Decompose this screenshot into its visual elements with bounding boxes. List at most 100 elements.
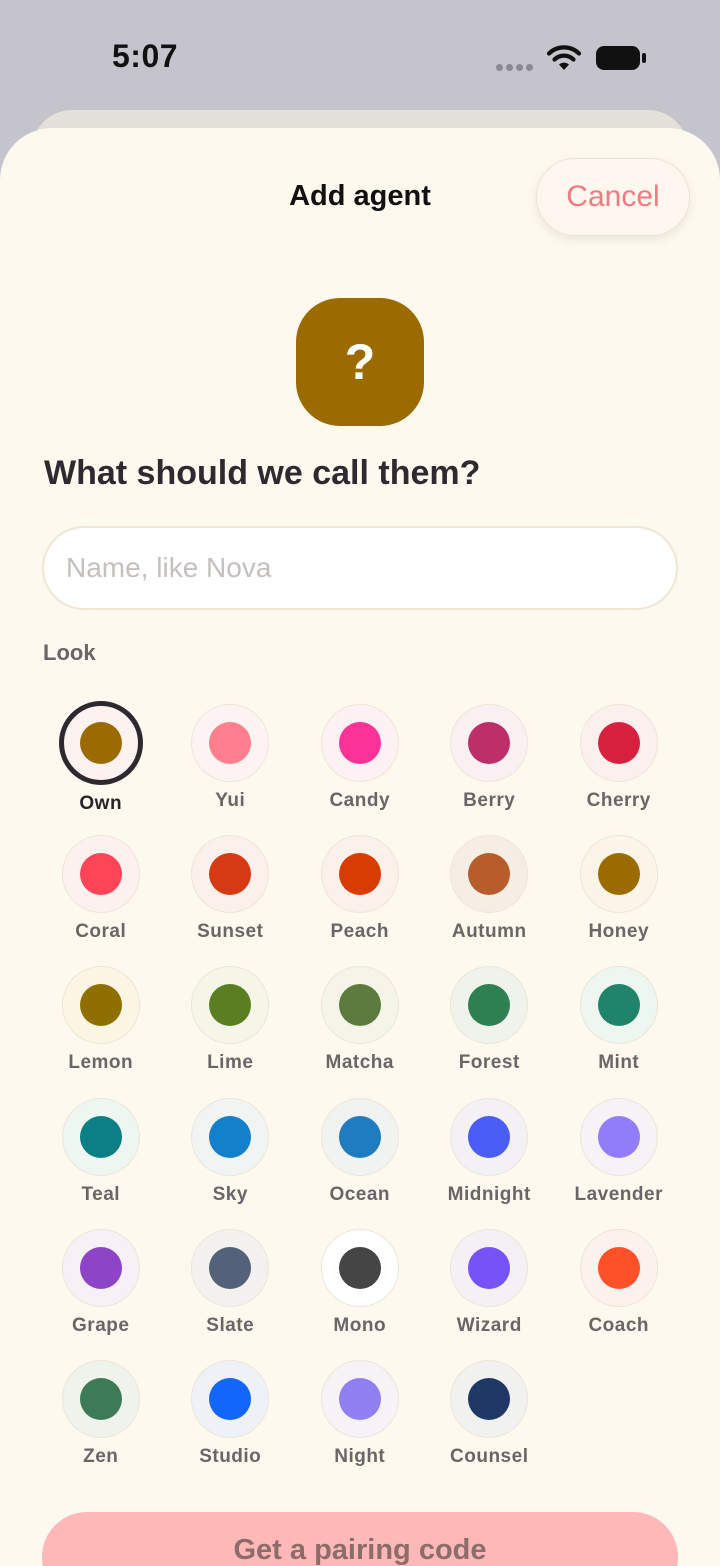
look-option-lavender[interactable]: Lavender [554, 1096, 684, 1227]
look-swatch-ring [191, 1359, 270, 1438]
look-option-sky[interactable]: Sky [166, 1096, 296, 1227]
look-swatch-ring [320, 966, 399, 1045]
look-label-text: Night [334, 1445, 386, 1467]
color-dot-icon [79, 1115, 122, 1158]
look-label-text: Ocean [329, 1183, 391, 1205]
status-bar: 5:07 [0, 0, 720, 110]
color-dot-icon [209, 1246, 252, 1289]
look-label-text: Counsel [450, 1445, 529, 1467]
look-label-text: Studio [199, 1445, 262, 1467]
look-option-slate[interactable]: Slate [166, 1227, 296, 1358]
look-option-own[interactable]: Own [36, 701, 166, 833]
color-dot-icon [79, 853, 122, 896]
look-option-zen[interactable]: Zen [36, 1358, 166, 1489]
look-label-text: Cherry [586, 790, 651, 811]
look-swatch-ring [191, 966, 270, 1045]
color-dot-icon [338, 853, 381, 896]
look-label-text: Berry [463, 790, 516, 811]
color-dot-icon [209, 1377, 252, 1420]
look-label-text: Lime [207, 1052, 254, 1074]
color-dot-icon [468, 984, 511, 1027]
color-dot-icon [209, 722, 252, 764]
name-input[interactable] [42, 526, 678, 610]
look-label-text: Midnight [447, 1183, 531, 1205]
look-swatch-ring [61, 966, 140, 1045]
look-label-text: Matcha [325, 1052, 394, 1074]
color-dot-icon [597, 853, 640, 896]
look-swatch-ring [450, 704, 529, 782]
look-swatch-ring [320, 1097, 399, 1176]
look-label-text: Candy [329, 790, 391, 811]
look-label-text: Autumn [451, 921, 527, 943]
color-dot-icon [597, 1246, 640, 1289]
look-swatch-ring [579, 966, 658, 1045]
color-dot-icon [468, 1115, 511, 1158]
look-option-counsel[interactable]: Counsel [425, 1358, 555, 1489]
battery-icon [596, 46, 646, 70]
look-swatch-ring [579, 704, 658, 782]
cancel-button[interactable]: Cancel [536, 158, 690, 236]
look-option-lime[interactable]: Lime [166, 964, 296, 1095]
color-dot-icon [338, 1377, 381, 1420]
look-swatch-ring [320, 835, 399, 914]
look-label-text: Coral [75, 921, 127, 943]
status-time: 5:07 [112, 38, 179, 74]
look-swatch-ring [450, 835, 529, 914]
look-option-ocean[interactable]: Ocean [295, 1096, 425, 1227]
look-option-coach[interactable]: Coach [554, 1227, 684, 1358]
color-dot-icon [209, 1115, 252, 1158]
look-label-text: Own [79, 793, 123, 814]
look-swatch-ring [450, 1359, 529, 1438]
get-pairing-code-button[interactable]: Get a pairing code [42, 1512, 678, 1566]
look-swatch-ring [320, 704, 399, 782]
add-agent-sheet: Add agent Cancel ? What should we call t… [0, 128, 720, 1566]
look-swatch-ring [450, 1097, 529, 1176]
color-dot-icon [468, 853, 511, 896]
look-option-grape[interactable]: Grape [36, 1227, 166, 1358]
look-option-autumn[interactable]: Autumn [425, 833, 555, 964]
color-dot-icon [338, 1246, 381, 1289]
look-swatch-ring [579, 1097, 658, 1176]
question-mark-icon: ? [344, 334, 376, 390]
look-label-text: Sky [212, 1183, 248, 1205]
look-option-mint[interactable]: Mint [554, 964, 684, 1095]
color-dot-icon [338, 722, 381, 764]
look-swatch-ring [191, 1228, 270, 1307]
color-dot-icon [79, 1246, 122, 1289]
look-label-text: Zen [83, 1445, 119, 1467]
look-label-text: Mono [333, 1314, 387, 1336]
look-option-midnight[interactable]: Midnight [425, 1096, 555, 1227]
look-option-matcha[interactable]: Matcha [295, 964, 425, 1095]
agent-avatar: ? [296, 298, 424, 426]
look-label-text: Mint [598, 1052, 640, 1074]
look-option-honey[interactable]: Honey [554, 833, 684, 964]
look-label-text: Sunset [197, 921, 264, 943]
color-dot-icon [79, 1377, 122, 1420]
look-label-text: Peach [330, 921, 389, 943]
look-label-text: Yui [215, 790, 246, 811]
look-label-text: Wizard [456, 1314, 522, 1336]
look-option-yui[interactable]: Yui [166, 702, 296, 833]
look-option-teal[interactable]: Teal [36, 1096, 166, 1227]
look-swatch-ring [579, 1228, 658, 1307]
color-dot-icon [468, 1377, 511, 1420]
look-swatch-ring [61, 1228, 140, 1307]
look-option-night[interactable]: Night [295, 1358, 425, 1489]
color-dot-icon [468, 722, 511, 764]
look-option-cherry[interactable]: Cherry [554, 702, 684, 833]
look-option-peach[interactable]: Peach [295, 833, 425, 964]
look-option-wizard[interactable]: Wizard [425, 1227, 555, 1358]
look-label-text: Honey [588, 921, 650, 943]
look-label-text: Slate [206, 1314, 255, 1336]
color-dot-icon [209, 984, 252, 1027]
look-option-sunset[interactable]: Sunset [166, 833, 296, 964]
look-option-lemon[interactable]: Lemon [36, 964, 166, 1095]
look-option-forest[interactable]: Forest [425, 964, 555, 1095]
look-option-mono[interactable]: Mono [295, 1227, 425, 1358]
look-option-berry[interactable]: Berry [425, 702, 555, 833]
look-option-candy[interactable]: Candy [295, 702, 425, 833]
look-option-coral[interactable]: Coral [36, 833, 166, 964]
look-option-studio[interactable]: Studio [166, 1358, 296, 1489]
look-label-text: Lavender [574, 1183, 663, 1205]
signal-dots-icon [496, 64, 536, 72]
